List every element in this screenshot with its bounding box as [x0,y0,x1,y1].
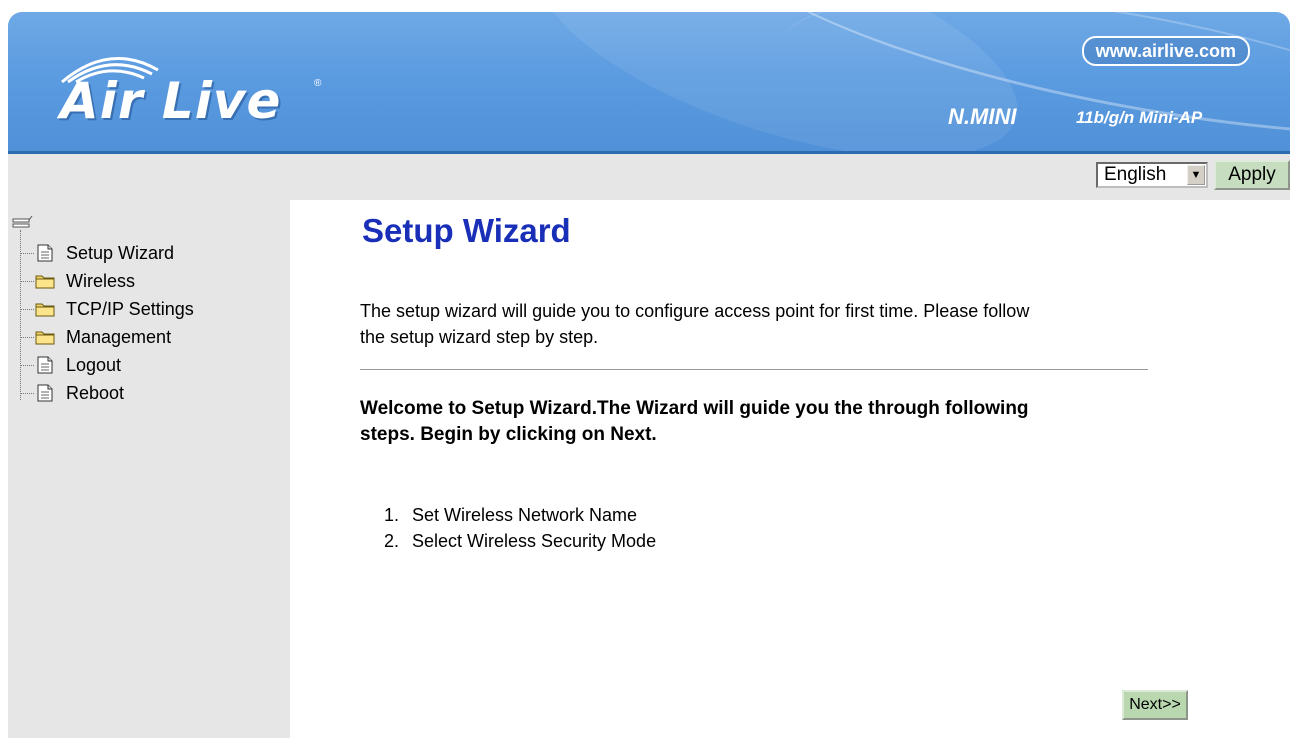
step-number: 1. [384,505,400,525]
sidebar-item-label: Wireless [66,270,136,291]
step-number: 2. [384,531,400,551]
sidebar-item-label: Setup Wizard [66,242,175,263]
welcome-text: Welcome to Setup Wizard.The Wizard will … [360,396,1160,448]
intro-text: The setup wizard will guide you to confi… [360,298,1150,350]
registered-mark-icon: ® [314,78,322,89]
sidebar-item-reboot[interactable]: Reboot [20,380,124,406]
sidebar-item-label: Reboot [66,382,125,403]
welcome-line: Welcome to Setup Wizard.The Wizard will … [360,398,1029,419]
website-badge: www.airlive.com [1081,36,1250,66]
page-icon [37,244,53,262]
list-item: 2. Select Wireless Security Mode [384,528,656,554]
step-text: Select Wireless Security Mode [412,531,657,551]
intro-line: The setup wizard will guide you to confi… [360,301,1030,321]
sidebar-item-label: Management [66,326,172,347]
page-icon [37,356,53,374]
sidebar-item-setup-wizard[interactable]: Setup Wizard [20,240,174,266]
divider [360,369,1148,370]
folder-icon [35,275,55,289]
language-select[interactable]: English ▼ [1096,162,1208,188]
apply-button[interactable]: Apply [1214,160,1290,190]
page-icon [37,384,53,402]
sidebar-item-label: TCP/IP Settings [66,298,194,319]
step-text: Set Wireless Network Name [412,505,638,525]
steps-list: 1. Set Wireless Network Name 2. Select W… [384,502,656,554]
sidebar-item-label: Logout [66,354,122,375]
folder-icon [35,331,55,345]
sidebar-item-wireless[interactable]: Wireless [20,268,135,294]
welcome-line: steps. Begin by clicking on Next. [360,424,657,445]
sidebar-item-logout[interactable]: Logout [20,352,121,378]
page-title: Setup Wizard [362,212,571,249]
intro-line: the setup wizard step by step. [360,327,599,347]
sidebar-item-management[interactable]: Management [20,324,171,350]
chevron-down-icon[interactable]: ▼ [1187,165,1205,185]
next-button[interactable]: Next>> [1122,690,1188,720]
logo-text: Air Live [60,72,282,130]
list-item: 1. Set Wireless Network Name [384,502,656,528]
model-name: N.MINI [948,104,1017,129]
sidebar-item-tcpip-settings[interactable]: TCP/IP Settings [20,296,194,322]
folder-icon [35,303,55,317]
airlive-logo: Air Live ® [52,48,342,138]
language-select-value: English [1104,164,1167,185]
network-root-icon [12,215,33,228]
model-description: 11b/g/n Mini-AP [1076,108,1203,127]
